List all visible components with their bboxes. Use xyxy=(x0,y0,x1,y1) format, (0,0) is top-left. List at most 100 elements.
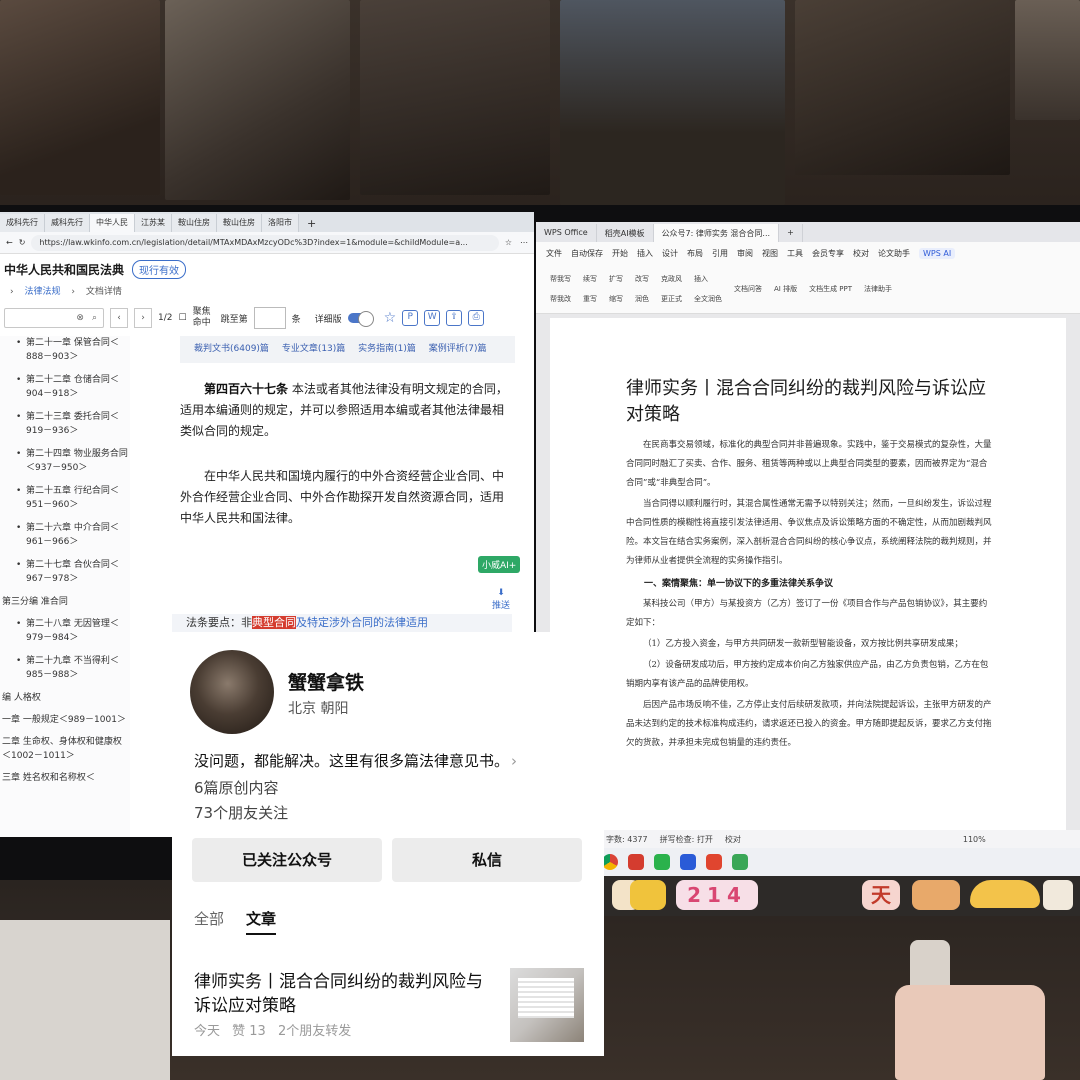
toc-item[interactable]: 第二十三章 委托合同＜919－936＞ xyxy=(0,410,130,438)
wps-tab[interactable]: 稻壳AI模板 xyxy=(597,224,654,242)
print-icon[interactable]: ⎙ xyxy=(468,310,485,326)
prev-button[interactable]: ‹ xyxy=(110,308,128,328)
wps-tab-active[interactable]: 公众号7: 律师实务 混合合同... xyxy=(653,224,780,242)
ribbon-button[interactable]: 润色 xyxy=(635,294,649,304)
zoom-level[interactable]: 110% xyxy=(963,835,986,844)
next-button[interactable]: › xyxy=(134,308,152,328)
menu-item[interactable]: 设计 xyxy=(662,248,678,259)
ribbon-button[interactable]: 帮我改 xyxy=(550,294,571,304)
menu-item[interactable]: 视图 xyxy=(762,248,778,259)
app-icon[interactable] xyxy=(706,854,722,870)
browser-tab[interactable]: 鞍山住房 xyxy=(172,214,217,232)
browser-tab[interactable]: 鞍山住房 xyxy=(217,214,262,232)
proofread[interactable]: 校对 xyxy=(725,834,741,845)
ribbon-button[interactable]: 法律助手 xyxy=(864,284,892,294)
ribbon-button[interactable]: 缩写 xyxy=(609,294,623,304)
document-page[interactable]: 律师实务丨混合合同纠纷的裁判风险与诉讼应对策略 在民商事交易领域，标准化的典型合… xyxy=(550,318,1066,830)
ribbon-button[interactable]: 重写 xyxy=(583,294,597,304)
clear-icon[interactable]: ⊗ xyxy=(76,313,84,323)
menu-item[interactable]: 开始 xyxy=(612,248,628,259)
favorite-icon[interactable]: ☆ xyxy=(384,310,397,326)
breadcrumb-item[interactable]: 法律法规 xyxy=(24,287,60,297)
toc-section[interactable]: 编 人格权 xyxy=(0,691,130,705)
menu-item[interactable]: 插入 xyxy=(637,248,653,259)
pdf-icon[interactable]: P xyxy=(402,310,419,326)
browser-tab-active[interactable]: 中华人民 xyxy=(90,214,135,232)
search-input[interactable]: ⊗ ⌕ xyxy=(4,308,104,328)
ribbon-button[interactable]: 改写 xyxy=(635,274,649,284)
word-icon[interactable] xyxy=(680,854,696,870)
ref-link[interactable]: 实务指南(1)篇 xyxy=(358,344,416,354)
toc-section[interactable]: 第三分编 准合同 xyxy=(0,595,130,609)
wps-tab[interactable]: WPS Office xyxy=(536,224,597,242)
menu-item[interactable]: 自动保存 xyxy=(571,248,603,259)
word-icon[interactable]: W xyxy=(424,310,441,326)
article-title[interactable]: 律师实务丨混合合同纠纷的裁判风险与诉讼应对策略 xyxy=(194,970,494,1018)
spell-check[interactable]: 拼写检查: 打开 xyxy=(660,834,713,845)
new-tab-button[interactable]: + xyxy=(299,215,324,232)
menu-item[interactable]: 引用 xyxy=(712,248,728,259)
wps-icon[interactable] xyxy=(628,854,644,870)
toc-item[interactable]: 第二十六章 中介合同＜961－966＞ xyxy=(0,521,130,549)
friends-following[interactable]: 73个朋友关注 xyxy=(194,802,288,823)
ribbon-button[interactable]: 插入 xyxy=(694,274,722,284)
toc-item[interactable]: 第二十一章 保管合同＜888－903＞ xyxy=(0,336,130,364)
tab-articles[interactable]: 文章 xyxy=(246,908,277,935)
menu-item[interactable]: 会员专享 xyxy=(812,248,844,259)
menu-item[interactable]: 校对 xyxy=(853,248,869,259)
ref-link[interactable]: 专业文章(13)篇 xyxy=(282,344,345,354)
article-thumbnail[interactable] xyxy=(510,968,584,1042)
new-tab-button[interactable]: + xyxy=(779,224,803,242)
reload-icon[interactable]: ↻ xyxy=(19,238,26,247)
ribbon-button[interactable]: AI 排版 xyxy=(774,284,797,294)
chat-icon[interactable] xyxy=(732,854,748,870)
chrome-icon[interactable] xyxy=(602,854,618,870)
ai-assistant-button[interactable]: 小威AI+ xyxy=(478,556,521,573)
toc-item[interactable]: 第二十八章 无因管理＜979－984＞ xyxy=(0,617,130,645)
ribbon-button[interactable]: 文档问答 xyxy=(734,284,762,294)
toc-section[interactable]: 一章 一般规定＜989－1001＞ xyxy=(0,713,130,727)
browser-tab[interactable]: 江苏某 xyxy=(135,214,172,232)
menu-item[interactable]: 审阅 xyxy=(737,248,753,259)
ribbon-button[interactable]: 全文润色 xyxy=(694,294,722,304)
search-icon[interactable]: ⌕ xyxy=(92,313,97,323)
share-icon[interactable]: ⇪ xyxy=(446,310,463,326)
detail-toggle[interactable] xyxy=(347,311,374,327)
toc-item[interactable]: 第二十七章 合伙合同＜967－978＞ xyxy=(0,558,130,586)
menu-icon[interactable]: ⋯ xyxy=(520,238,528,247)
focus-checkbox[interactable]: ☐ xyxy=(178,313,186,323)
account-bio[interactable]: 没问题，都能解决。这里有很多篇法律意见书。 › xyxy=(194,750,584,771)
followed-button[interactable]: 已关注公众号 xyxy=(192,838,382,882)
browser-tab[interactable]: 成科先行 xyxy=(0,214,45,232)
ribbon-button[interactable]: 续写 xyxy=(583,274,597,284)
star-icon[interactable]: ☆ xyxy=(505,238,512,247)
ref-link[interactable]: 裁判文书(6409)篇 xyxy=(194,344,269,354)
ribbon-button[interactable]: 文档生成 PPT xyxy=(809,284,852,294)
toc-section[interactable]: 三章 姓名权和名称权＜ xyxy=(0,771,130,785)
menu-item[interactable]: 论文助手 xyxy=(878,248,910,259)
jump-input[interactable] xyxy=(253,307,286,329)
menu-item[interactable]: 工具 xyxy=(787,248,803,259)
ref-link[interactable]: 案例评析(7)篇 xyxy=(429,344,487,354)
back-icon[interactable]: ← xyxy=(6,238,13,247)
menu-item[interactable]: 布局 xyxy=(687,248,703,259)
toc-item[interactable]: 第二十四章 物业服务合同＜937－950＞ xyxy=(0,447,130,475)
ribbon-button[interactable]: 帮我写 xyxy=(550,274,571,284)
avatar[interactable] xyxy=(190,650,274,734)
ribbon-button[interactable]: 扩写 xyxy=(609,274,623,284)
toc-item[interactable]: 第二十九章 不当得利＜985－988＞ xyxy=(0,654,130,682)
browser-tab[interactable]: 洛阳市 xyxy=(262,214,299,232)
ribbon-button[interactable]: 克政风 xyxy=(661,274,682,284)
toc-item[interactable]: 第二十二章 仓储合同＜904－918＞ xyxy=(0,373,130,401)
url-field[interactable]: https://law.wkinfo.com.cn/legislation/de… xyxy=(31,234,499,251)
ribbon-button[interactable]: 更正式 xyxy=(661,294,682,304)
wechat-icon[interactable] xyxy=(654,854,670,870)
toc-section[interactable]: 二章 生命权、身体权和健康权＜1002－1011＞ xyxy=(0,735,130,763)
message-button[interactable]: 私信 xyxy=(392,838,582,882)
tab-all[interactable]: 全部 xyxy=(194,908,224,935)
push-button[interactable]: ⬇ 推送 xyxy=(492,588,510,611)
wps-ai-menu[interactable]: WPS AI xyxy=(919,247,956,259)
browser-tab[interactable]: 威科先行 xyxy=(45,214,90,232)
toc-item[interactable]: 第二十五章 行纪合同＜951－960＞ xyxy=(0,484,130,512)
menu-item[interactable]: 文件 xyxy=(546,248,562,259)
